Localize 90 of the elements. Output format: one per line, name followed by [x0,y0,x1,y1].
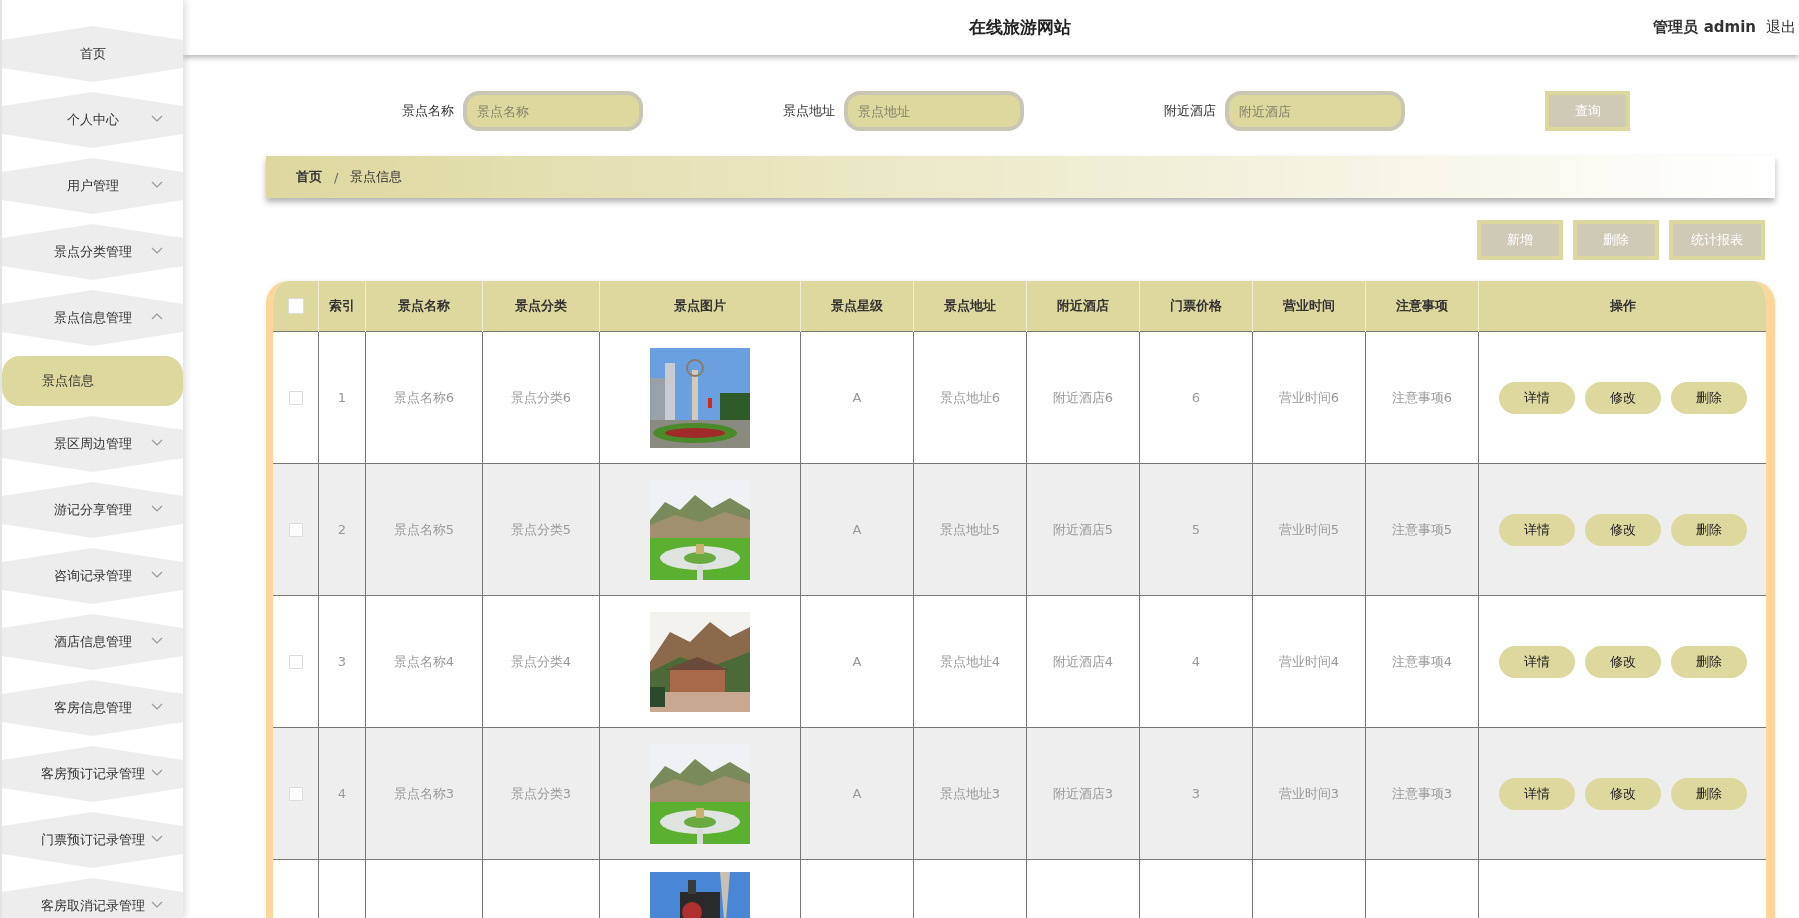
row-action-button[interactable]: 修改 [1584,381,1661,414]
table-cell: 6 [1191,390,1201,405]
row-action-button[interactable]: 删除 [1670,381,1747,414]
nav-item[interactable]: 门票预订记录管理 [2,812,183,868]
row-action-button[interactable]: 删除 [1670,513,1747,546]
breadcrumb-current: 景点信息 [350,168,403,186]
search-field[interactable]: 附近酒店 [1225,91,1405,131]
table-cell: 景点名称6 [393,389,455,405]
table-cell: 景点名称3 [393,785,455,801]
nav-item[interactable]: 客房预订记录管理 [2,746,183,802]
table-cell: 营业时间6 [1278,389,1340,405]
column-header: 景点分类 [515,298,567,313]
row-action-button[interactable]: 修改 [1584,777,1661,810]
nav-item[interactable]: 景点信息管理 [2,290,183,346]
row-action-button[interactable]: 修改 [1584,513,1661,546]
nav-item[interactable]: 用户管理 [2,158,183,214]
nav-item[interactable]: 咨询记录管理 [2,548,183,604]
breadcrumb-separator: / [334,169,339,185]
table-cell: 注意事项3 [1391,785,1453,801]
table-cell: 景点地址5 [939,521,1001,537]
column-header: 注意事项 [1396,298,1448,313]
column-header: 景点名称 [398,298,450,313]
nav-item[interactable]: 游记分享管理 [2,482,183,538]
table-cell: 景点分类3 [510,785,572,801]
table-cell: 景点分类4 [510,653,572,669]
field-label: 附近酒店 [1164,102,1216,120]
row-checkbox[interactable] [288,655,303,670]
field-label: 景点地址 [783,102,835,120]
table-cell: 附近酒店4 [1052,653,1114,669]
table-cell: 景点地址6 [939,389,1001,405]
user-name: 管理员 admin [1653,18,1756,37]
field-label: 景点名称 [402,102,454,120]
row-checkbox[interactable] [288,787,303,802]
table-cell: 4 [337,786,347,801]
column-header: 营业时间 [1283,298,1335,313]
column-header: 门票价格 [1170,298,1222,313]
column-header: 索引 [329,298,355,313]
table-cell: 景点地址3 [939,785,1001,801]
table-cell: 3 [337,654,347,669]
row-action-button[interactable]: 详情 [1498,777,1575,810]
nav-item[interactable]: 景点分类管理 [2,224,183,280]
breadcrumb-link[interactable]: 首页 [296,168,322,186]
row-checkbox[interactable] [288,391,303,406]
table-cell: 营业时间3 [1278,785,1340,801]
submenu-item[interactable]: 景点信息 [2,356,183,406]
table-cell: 注意事项5 [1391,521,1453,537]
table-cell: 注意事项4 [1391,653,1453,669]
table-cell: 附近酒店5 [1052,521,1114,537]
nav-item[interactable]: 景区周边管理 [2,416,183,472]
table-cell: 附近酒店6 [1052,389,1114,405]
search-field[interactable]: 景点地址 [844,91,1024,131]
row-action-button[interactable]: 删除 [1670,777,1747,810]
column-header: 景点图片 [674,298,726,313]
row-action-button[interactable]: 修改 [1584,645,1661,678]
row-action-button[interactable]: 详情 [1498,381,1575,414]
nav-item[interactable]: 个人中心 [2,92,183,148]
table-cell: 景点名称5 [393,521,455,537]
table-cell: 3 [1191,786,1201,801]
table-cell: 景点分类5 [510,521,572,537]
row-action-button[interactable]: 详情 [1498,513,1575,546]
nav-item[interactable]: 首页 [2,26,183,82]
select-all-checkbox[interactable] [287,298,304,315]
site-title: 在线旅游网站 [969,16,1072,39]
table-cell: 注意事项6 [1391,389,1453,405]
table-cell: 1 [337,390,347,405]
nav-item[interactable]: 客房信息管理 [2,680,183,736]
table-cell: 营业时间5 [1278,521,1340,537]
table-cell: 景点分类6 [510,389,572,405]
column-header: 景点地址 [944,298,996,313]
table-cell: A [852,654,862,669]
row-action-button[interactable]: 删除 [1670,645,1747,678]
nav-item[interactable]: 客房取消记录管理 [2,878,183,918]
table-cell: 4 [1191,654,1201,669]
table-cell: 2 [337,522,347,537]
column-header: 附近酒店 [1057,298,1109,313]
table-cell: 营业时间4 [1278,653,1340,669]
row-action-button[interactable]: 详情 [1498,645,1575,678]
row-checkbox[interactable] [288,523,303,538]
nav-item[interactable]: 酒店信息管理 [2,614,183,670]
table-cell: A [852,390,862,405]
table-cell: 景点地址4 [939,653,1001,669]
column-header: 景点星级 [831,298,883,313]
table-cell: 5 [1191,522,1201,537]
column-header: 操作 [1609,298,1636,313]
table-cell: 景点名称4 [393,653,455,669]
logout-link[interactable]: 退出 [1766,18,1796,37]
search-field[interactable]: 景点名称 [463,91,643,131]
table-cell: 附近酒店3 [1052,785,1114,801]
table-cell: A [852,786,862,801]
table-cell: A [852,522,862,537]
